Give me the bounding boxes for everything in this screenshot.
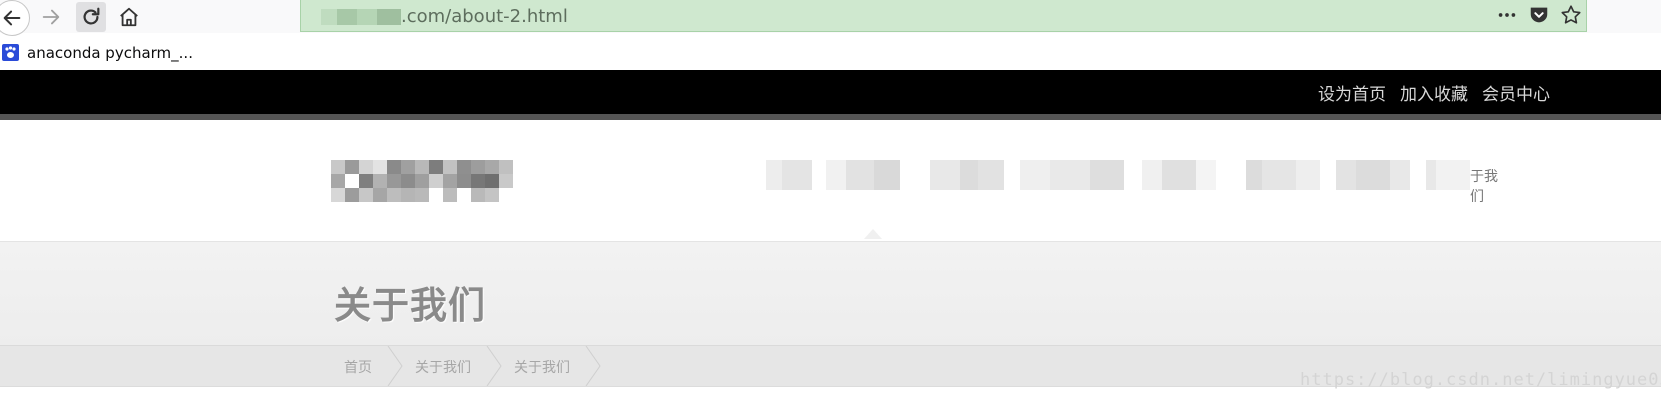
forward-button[interactable] (36, 2, 66, 32)
home-icon (120, 7, 138, 27)
url-text: .com/about-2.html (401, 6, 568, 27)
more-dots-icon (1498, 13, 1516, 17)
site-logo-redacted[interactable] (331, 160, 527, 206)
arrow-right-icon (42, 9, 60, 25)
set-homepage-link[interactable]: 设为首页 (1318, 80, 1386, 105)
star-icon (1561, 5, 1581, 24)
arrow-left-icon (3, 10, 21, 26)
bookmarks-bar: anaconda pycharm_... (0, 40, 1661, 68)
active-nav-caret (864, 229, 882, 239)
breadcrumb-about[interactable]: 关于我们 (415, 357, 471, 377)
nav-item-1-redacted[interactable] (766, 160, 812, 190)
url-domain-redacted (321, 9, 401, 25)
nav-item-5-redacted[interactable] (1142, 160, 1216, 190)
pocket-button[interactable] (1528, 4, 1550, 26)
bookmark-item[interactable]: anaconda pycharm_... (27, 44, 193, 62)
top-links: 设为首页 加入收藏 会员中心 (1318, 80, 1550, 105)
paw-icon (2, 44, 19, 61)
nav-item-about-label: 于我们 (1470, 169, 1498, 205)
nav-item-about[interactable]: 于我们 (1426, 160, 1506, 205)
pocket-icon (1530, 7, 1548, 23)
page-actions-button[interactable] (1496, 4, 1518, 26)
browser-toolbar: .com/about-2.html (0, 0, 1661, 36)
nav-item-6-redacted[interactable] (1246, 160, 1320, 190)
page-title: 关于我们 (334, 284, 486, 327)
address-bar[interactable]: .com/about-2.html (300, 0, 1587, 32)
bookmark-star-button[interactable] (1560, 4, 1582, 26)
breadcrumb-current[interactable]: 关于我们 (514, 357, 570, 377)
chevron-right-icon (387, 346, 403, 386)
url-actions (1496, 4, 1582, 26)
site-top-bar: 设为首页 加入收藏 会员中心 (0, 70, 1661, 114)
breadcrumb-home[interactable]: 首页 (344, 357, 372, 377)
page-banner: 关于我们 (0, 241, 1661, 346)
home-button[interactable] (114, 2, 144, 32)
watermark: https://blog.csdn.net/limingyue0312 (1300, 370, 1661, 390)
site-header: 于我们 (0, 120, 1661, 241)
reload-icon (83, 7, 100, 25)
add-favorite-link[interactable]: 加入收藏 (1400, 80, 1468, 105)
chevron-right-icon (486, 346, 502, 386)
nav-item-4-redacted[interactable] (1020, 160, 1124, 190)
nav-item-2-redacted[interactable] (826, 160, 900, 190)
nav-item-3-redacted[interactable] (930, 160, 1004, 190)
nav-item-7-redacted[interactable] (1336, 160, 1410, 190)
back-button[interactable] (0, 0, 30, 36)
member-center-link[interactable]: 会员中心 (1482, 80, 1550, 105)
reload-button[interactable] (76, 2, 106, 32)
chevron-right-icon (585, 346, 601, 386)
